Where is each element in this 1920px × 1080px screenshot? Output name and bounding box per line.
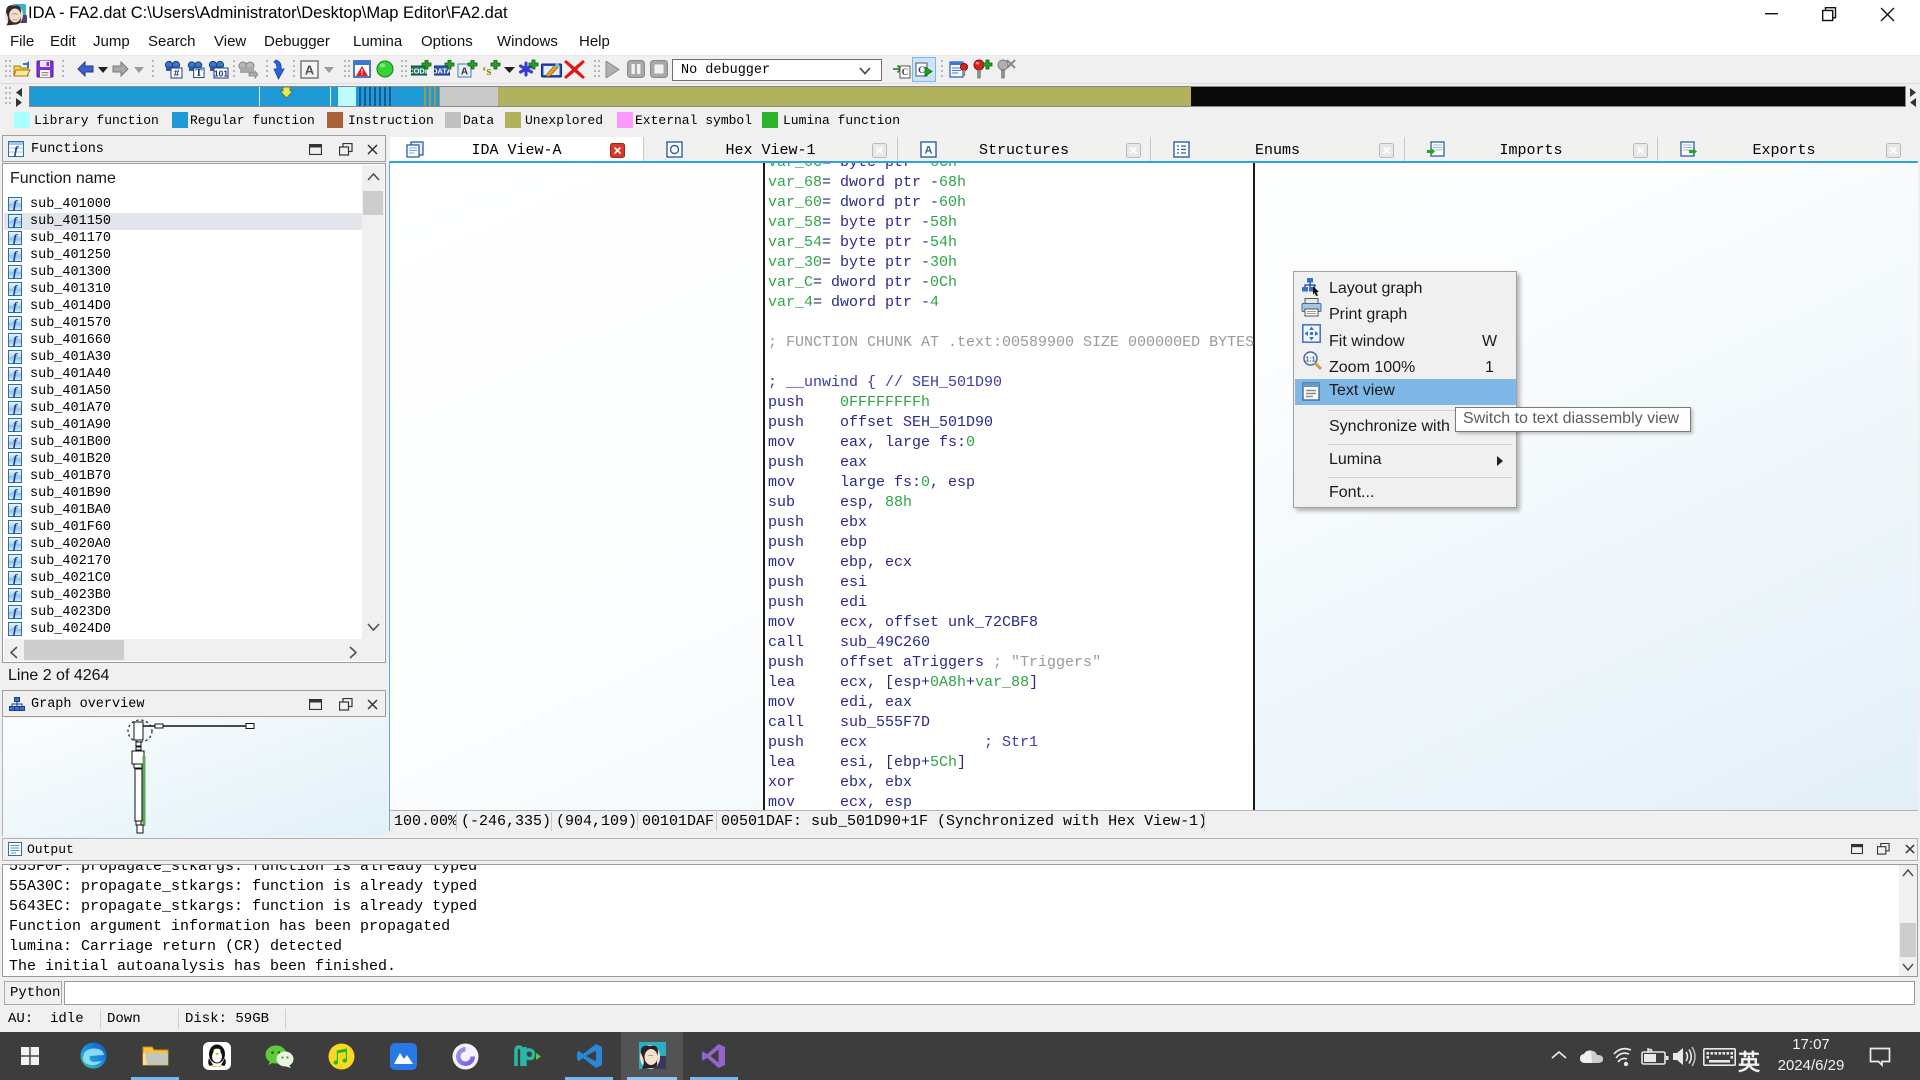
- svg-text:!: !: [361, 68, 364, 77]
- svg-text:C: C: [918, 66, 925, 76]
- svg-text:A: A: [305, 63, 315, 78]
- svg-text:T: T: [195, 68, 202, 79]
- svg-text:A: A: [461, 67, 468, 78]
- svg-text:1:1: 1:1: [1305, 357, 1315, 364]
- svg-text:101: 101: [214, 69, 228, 79]
- svg-text:C: C: [902, 67, 909, 77]
- svg-text:#: #: [174, 69, 180, 80]
- svg-text:‘s: ‘s: [482, 63, 491, 78]
